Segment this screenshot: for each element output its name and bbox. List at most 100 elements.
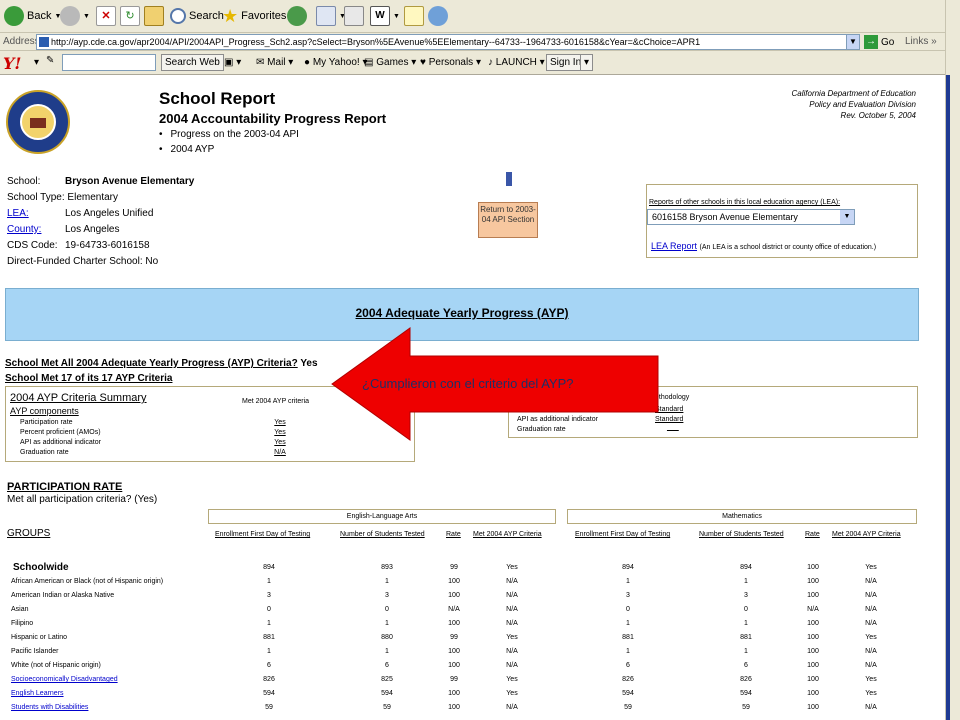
table-row: American Indian or Alaska Native 3 3 100 N/A… [0, 592, 945, 606]
messenger-icon [428, 6, 448, 26]
mail-button[interactable]: ▼ [316, 5, 346, 27]
agency-line: Policy and Evaluation Division [809, 100, 916, 109]
info-label: School Type: [7, 192, 65, 203]
table-row: Schoolwide 894 893 99 Yes 894 894 100 Yes [0, 562, 945, 578]
address-dropdown-button[interactable]: ▼ [846, 34, 860, 50]
print-button[interactable] [344, 5, 367, 27]
lea-report-line: LEA Report (An LEA is a school district … [651, 241, 876, 251]
games-link[interactable]: ▤ Games ▾ [364, 57, 416, 68]
criteria-row-label: Percent proficient (AMOs) [20, 429, 101, 436]
sign-in-dropdown[interactable]: ▾ [580, 54, 594, 71]
discuss-button[interactable] [404, 5, 427, 27]
back-button[interactable]: Back ▼ [4, 5, 61, 27]
table-cell: N/A [506, 648, 518, 655]
table-cell: 100 [807, 564, 819, 571]
column-header: Met 2004 AYP Criteria [473, 531, 542, 538]
group-name[interactable]: Students with Disabilities [11, 704, 88, 711]
edit-button[interactable]: W ▼ [370, 5, 400, 27]
table-cell: 100 [807, 620, 819, 627]
group-name[interactable]: Socioeconomically Disadvantaged [11, 676, 118, 683]
table-cell: 100 [448, 662, 460, 669]
stop-button[interactable]: ✕ [96, 5, 119, 27]
table-cell: 1 [744, 648, 748, 655]
group-name[interactable]: English Learners [11, 690, 64, 697]
personals-link[interactable]: ♥ Personals ▾ [420, 57, 481, 68]
note-icon [404, 6, 424, 26]
table-cell: 1 [267, 620, 271, 627]
table-cell: 881 [740, 634, 752, 641]
table-cell: 1 [744, 620, 748, 627]
table-cell: N/A [865, 648, 877, 655]
met-all-line: School Met All 2004 Adequate Yearly Prog… [5, 358, 318, 369]
lea-report-link[interactable]: LEA Report [651, 241, 697, 251]
lea-link[interactable]: LEA: [7, 206, 65, 222]
info-label: CDS Code: [7, 240, 58, 251]
home-button[interactable] [144, 5, 167, 27]
table-cell: Yes [865, 676, 877, 683]
school-type: Elementary [67, 192, 118, 203]
table-cell: 100 [807, 690, 819, 697]
links-button[interactable]: Links » [905, 36, 937, 47]
table-cell: 99 [450, 634, 458, 641]
my-yahoo-link[interactable]: ● My Yahoo! ▾ [304, 57, 368, 68]
chevron-down-icon[interactable]: ▾ [34, 57, 39, 68]
messenger-button[interactable] [428, 5, 451, 27]
search-web-button[interactable]: Search Web [161, 54, 224, 71]
launch-link[interactable]: ♪ LAUNCH ▾ [488, 57, 545, 68]
table-cell: Yes [506, 676, 518, 683]
agency-line: California Department of Education [791, 89, 916, 98]
table-row: Pacific Islander 1 1 100 N/A 1 1 100 N/A [0, 648, 945, 662]
forward-button[interactable]: ▼ [60, 5, 90, 27]
group-name: Schoolwide [13, 562, 69, 573]
window-border [946, 75, 950, 720]
table-cell: 594 [622, 690, 634, 697]
group-name: White (not of Hispanic origin) [11, 662, 101, 669]
table-cell: 6 [385, 662, 389, 669]
table-cell: N/A [506, 578, 518, 585]
table-cell: Yes [865, 634, 877, 641]
table-cell: 6 [744, 662, 748, 669]
table-cell: 880 [381, 634, 393, 641]
favorites-button[interactable]: ★ Favorites [222, 5, 286, 27]
criteria-row-value: Yes [274, 429, 286, 436]
table-cell: 3 [385, 592, 389, 599]
star-icon: ★ [222, 5, 239, 26]
browser-toolbar: Back ▼ ▼ ✕ ↻ Search ★ Favorites ▼ W ▼ [0, 0, 945, 33]
table-cell: N/A [506, 592, 518, 599]
county-link[interactable]: County: [7, 222, 65, 238]
pencil-icon[interactable]: ✎ [46, 55, 54, 66]
table-cell: 826 [740, 676, 752, 683]
table-cell: 6 [267, 662, 271, 669]
yahoo-mail-link[interactable]: ✉ Mail ▾ [256, 57, 293, 68]
yahoo-search-input[interactable] [62, 54, 156, 71]
school-select[interactable]: 6016158 Bryson Avenue Elementary ▼ [647, 209, 855, 225]
criteria-row-value: Yes [274, 439, 286, 446]
return-to-api-button[interactable]: Return to 2003-04 API Section [478, 202, 538, 238]
yahoo-logo[interactable]: Y! [3, 54, 21, 73]
table-cell: 893 [381, 564, 393, 571]
table-cell: 59 [383, 704, 391, 711]
word-icon: W [370, 6, 390, 26]
table-cell: 1 [385, 620, 389, 627]
chevron-down-icon[interactable]: ▼ [840, 210, 854, 224]
lea-note: (An LEA is a school district or county o… [699, 244, 877, 251]
table-cell: 825 [381, 676, 393, 683]
refresh-icon: ↻ [120, 6, 140, 26]
back-arrow-icon [4, 6, 24, 26]
table-cell: 100 [807, 578, 819, 585]
table-cell: 6 [626, 662, 630, 669]
search-button[interactable]: Search [170, 5, 224, 27]
charter-value: No [145, 256, 159, 267]
refresh-button[interactable]: ↻ [120, 5, 143, 27]
address-input[interactable]: http://ayp.cde.ca.gov/apr2004/API/2004AP… [36, 34, 856, 50]
go-button[interactable]: → Go [864, 35, 894, 49]
info-label: Direct-Funded Charter School: [7, 256, 143, 267]
history-button[interactable] [287, 5, 310, 27]
participation-title: PARTICIPATION RATE [7, 481, 123, 493]
highlight-icon[interactable]: ▣ ▾ [224, 57, 241, 68]
table-cell: 0 [744, 606, 748, 613]
school-select-value: 6016158 Bryson Avenue Elementary [652, 212, 798, 222]
table-cell: N/A [865, 662, 877, 669]
stop-icon: ✕ [96, 6, 116, 26]
lea-value: Los Angeles Unified [65, 208, 154, 219]
